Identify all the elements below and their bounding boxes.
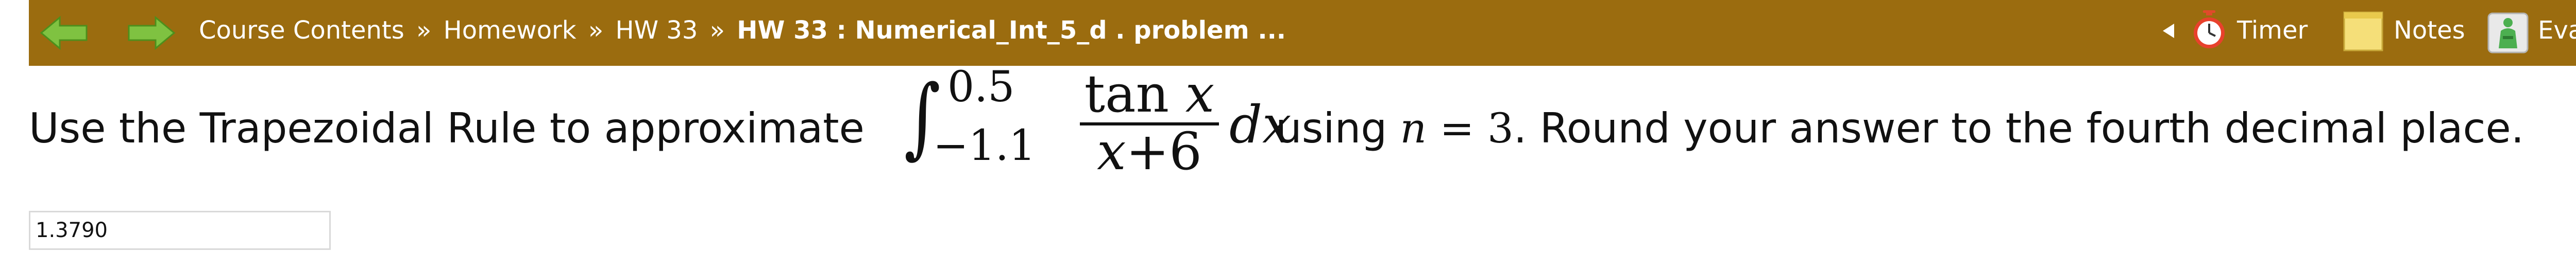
numerator-function: tan [1084,64,1169,124]
breadcrumb-separator: » [709,16,725,45]
forward-arrow-icon[interactable] [127,15,176,50]
stopwatch-icon [2194,10,2225,48]
integrand-denominator: x+6 [1080,123,1219,180]
problem-statement: Use the Trapezoidal Rule to approximate … [29,63,2576,189]
notepad-icon [2343,11,2383,51]
toolbar-tools: Timer Notes Evaluate [2158,0,2576,66]
rounding-instruction: . Round your answer to the fourth decima… [1513,104,2524,152]
breadcrumb: Course Contents » Homework » HW 33 » HW … [199,0,1286,66]
integral-upper-limit: 0.5 [947,63,1015,112]
breadcrumb-course-contents[interactable]: Course Contents [199,16,404,45]
notes-button[interactable]: Notes [2343,0,2477,66]
numerator-variable: x [1185,64,1215,124]
integrand-numerator: tan x [1080,66,1219,122]
using-text: using [1276,104,1387,152]
n-value: 3 [1487,104,1514,152]
breadcrumb-separator: » [588,16,604,45]
breadcrumb-current-problem: HW 33 : Numerical_Int_5_d . problem ... [737,16,1286,45]
equals-sign: = [1439,104,1475,152]
toolbar: Course Contents » Homework » HW 33 » HW … [29,0,2576,66]
evaluate-label: Evaluate [2538,16,2576,45]
denominator-constant: +6 [1126,121,1202,182]
notes-label: Notes [2394,16,2465,45]
problem-text-rest: using n = 3. Round your answer to the fo… [1276,103,2524,154]
collapse-left-icon[interactable] [2163,24,2174,38]
timer-button[interactable]: Timer [2191,0,2319,66]
breadcrumb-homework[interactable]: Homework [444,16,577,45]
breadcrumb-separator: » [416,16,432,45]
n-variable: n [1400,104,1427,152]
timer-label: Timer [2237,16,2308,45]
back-arrow-icon[interactable] [39,15,89,50]
answer-input[interactable] [29,211,331,250]
denominator-variable: x [1097,121,1126,182]
integral-lower-limit: −1.1 [933,121,1036,170]
evaluate-button[interactable]: Evaluate [2487,0,2576,66]
breadcrumb-hw33[interactable]: HW 33 [615,16,698,45]
evaluate-icon [2487,12,2529,53]
